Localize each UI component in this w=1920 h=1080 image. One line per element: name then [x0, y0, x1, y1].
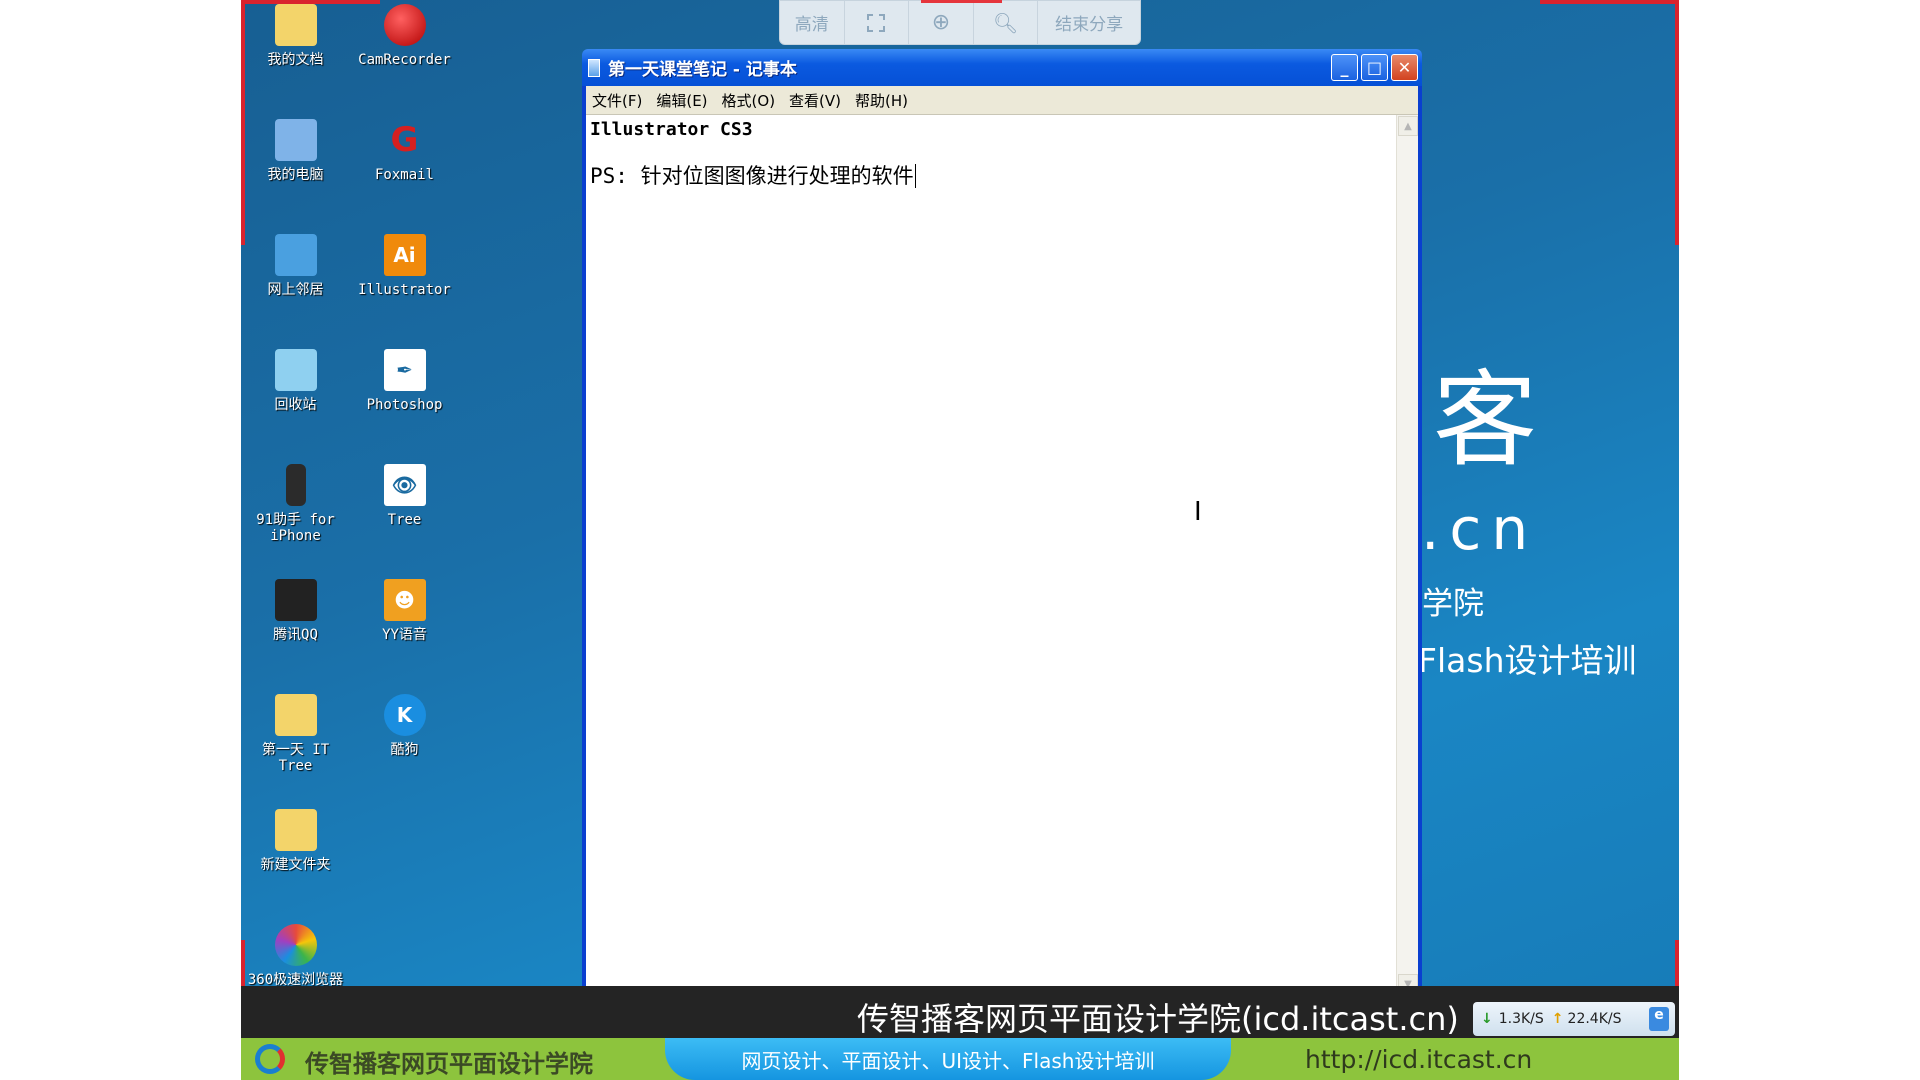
- desktop-icon[interactable]: 腾讯QQ: [241, 575, 350, 690]
- scroll-up-icon[interactable]: ▲: [1398, 116, 1418, 136]
- desktop-icon[interactable]: Ai Illustrator: [350, 230, 459, 345]
- menu-view[interactable]: 查看(V): [783, 90, 849, 111]
- wallpaper-domain: .cn: [1421, 495, 1539, 563]
- menu-bar: 文件(F) 编辑(E) 格式(O) 查看(V) 帮助(H): [586, 86, 1418, 115]
- desktop-icon[interactable]: 👁 Tree: [350, 460, 459, 575]
- wallpaper-line2: Flash设计培训: [1418, 641, 1637, 680]
- desktop-icon[interactable]: 我的文档: [241, 0, 350, 115]
- itcast-logo-icon: [255, 1044, 285, 1074]
- desktop-icon-label: CamRecorder: [358, 52, 451, 68]
- caption-text: 传智播客网页平面设计学院(icd.itcast.cn): [857, 1000, 1459, 1038]
- desktop-icon[interactable]: CamRecorder: [350, 0, 459, 115]
- desktop-icon-label: Foxmail: [374, 167, 434, 183]
- desktop-icon-label: 我的文档: [267, 52, 324, 68]
- desktop-icon-label: Photoshop: [366, 397, 443, 413]
- menu-edit[interactable]: 编辑(E): [650, 90, 715, 111]
- desktop-icon-label: YY语音: [382, 627, 427, 643]
- desktop-icon[interactable]: 第一天 IT Tree: [241, 690, 350, 805]
- close-button[interactable]: ✕: [1391, 54, 1418, 81]
- desktop-icon[interactable]: 91助手 for iPhone: [241, 460, 350, 575]
- footer-brand: 传智播客网页平面设计学院: [305, 1050, 593, 1078]
- crosshair-icon: ⊕: [931, 10, 951, 35]
- desktop-icon[interactable]: K 酷狗: [350, 690, 459, 805]
- region-select-button[interactable]: [845, 1, 910, 44]
- my-computer-icon: [274, 119, 317, 161]
- footer-url[interactable]: http://icd.itcast.cn: [1305, 1045, 1532, 1074]
- vertical-scrollbar[interactable]: ▲ ▼: [1396, 115, 1418, 995]
- menu-help[interactable]: 帮助(H): [849, 90, 916, 111]
- menu-format[interactable]: 格式(O): [716, 90, 784, 111]
- footer-banner: 传智播客网页平面设计学院 网页设计、平面设计、UI设计、Flash设计培训 ht…: [241, 1038, 1679, 1080]
- desktop-icon-label: 91助手 for iPhone: [256, 512, 335, 544]
- crosshair-button[interactable]: ⊕: [909, 1, 974, 44]
- foxmail-icon: G: [390, 120, 419, 160]
- qq-penguin-icon: [274, 579, 317, 621]
- kugou-icon: K: [383, 694, 426, 736]
- select-rect-icon: [867, 13, 886, 32]
- desktop-icon-label: 酷狗: [390, 742, 419, 758]
- desktop-icon-label: 网上邻居: [267, 282, 324, 298]
- download-arrow-icon: ↓: [1481, 1011, 1493, 1027]
- browser-360-icon: [274, 924, 317, 966]
- desktop-icon-label: 新建文件夹: [260, 857, 331, 873]
- zoom-in-icon: 🔍︎: [992, 10, 1019, 35]
- maximize-button[interactable]: □: [1361, 54, 1388, 81]
- folder-icon: [274, 809, 317, 851]
- minimize-button[interactable]: _: [1331, 54, 1358, 81]
- illustrator-icon: Ai: [383, 234, 426, 276]
- desktop-icon[interactable]: 回收站: [241, 345, 350, 460]
- download-speed: 1.3K/S: [1498, 1011, 1544, 1027]
- desktop-icon-label: Tree: [387, 512, 422, 528]
- wallpaper-big-char: 客: [1433, 359, 1538, 481]
- upload-arrow-icon: ↑: [1551, 1011, 1564, 1027]
- ie-icon: e: [1649, 1007, 1669, 1031]
- red-border: [1675, 0, 1679, 245]
- photoshop-feather-icon: ✒: [383, 349, 426, 391]
- window-title: 第一天课堂笔记 - 记事本: [608, 60, 797, 80]
- phone-icon: [285, 464, 306, 506]
- desktop-icons-left: 我的文档我的电脑网上邻居回收站 91助手 for iPhone 腾讯QQ 第一天 IT…: [241, 0, 350, 1035]
- wallpaper-line1: 学院: [1422, 586, 1484, 622]
- desktop-icon-label: Illustrator: [358, 282, 451, 298]
- network-places-icon: [274, 234, 317, 276]
- upload-speed: 22.4K/S: [1567, 1011, 1622, 1027]
- screen-share-toolbar: 高清 ⊕ 🔍︎ 结束分享: [779, 0, 1141, 45]
- desktop-icon-label: 我的电脑: [267, 167, 324, 183]
- desktop-icon[interactable]: ☻ YY语音: [350, 575, 459, 690]
- recording-indicator: [921, 0, 1002, 3]
- my-documents-icon: [274, 4, 317, 46]
- text-line: Illustrator CS3: [590, 119, 753, 140]
- red-border: [1540, 0, 1679, 4]
- hd-button[interactable]: 高清: [780, 1, 845, 44]
- desktop-icon[interactable]: G Foxmail: [350, 115, 459, 230]
- footer-slogan: 网页设计、平面设计、UI设计、Flash设计培训: [665, 1038, 1231, 1080]
- desktop-icon-label: 第一天 IT Tree: [261, 742, 330, 774]
- ibeam-cursor-icon: I: [1194, 497, 1202, 527]
- yy-icon: ☻: [383, 579, 426, 621]
- desktop-icon[interactable]: 我的电脑: [241, 115, 350, 230]
- desktop-icons-right: CamRecorder G Foxmail Ai Illustrator ✒ Photosh…: [350, 0, 459, 805]
- text-editor[interactable]: Illustrator CS3 PS: 针对位图图像进行处理的软件 I ▲ ▼: [586, 115, 1418, 995]
- recycle-bin-icon: [274, 349, 317, 391]
- record-icon: [383, 4, 426, 46]
- notepad-window: 第一天课堂笔记 - 记事本 _ □ ✕ 文件(F) 编辑(E) 格式(O) 查看…: [582, 49, 1422, 999]
- image-eye-icon: 👁: [383, 464, 426, 506]
- menu-file[interactable]: 文件(F): [586, 90, 650, 111]
- desktop-icon-label: 腾讯QQ: [273, 627, 318, 643]
- desktop-icon-label: 回收站: [274, 397, 317, 413]
- desktop-icon[interactable]: 网上邻居: [241, 230, 350, 345]
- network-speed-widget[interactable]: ↓ 1.3K/S ↑ 22.4K/S e: [1473, 1002, 1675, 1036]
- caption-strip: 传智播客网页平面设计学院(icd.itcast.cn) ↓ 1.3K/S ↑ 2…: [241, 986, 1679, 1038]
- folder-icon: [274, 694, 317, 736]
- text-caret: [914, 164, 916, 188]
- zoom-button[interactable]: 🔍︎: [974, 1, 1039, 44]
- desktop-icon[interactable]: 新建文件夹: [241, 805, 350, 920]
- notepad-icon: [588, 58, 600, 77]
- text-line: PS: 针对位图图像进行处理的软件: [590, 164, 914, 188]
- desktop-icon[interactable]: ✒ Photoshop: [350, 345, 459, 460]
- end-share-button[interactable]: 结束分享: [1038, 1, 1140, 44]
- title-bar[interactable]: 第一天课堂笔记 - 记事本 _ □ ✕: [582, 49, 1422, 86]
